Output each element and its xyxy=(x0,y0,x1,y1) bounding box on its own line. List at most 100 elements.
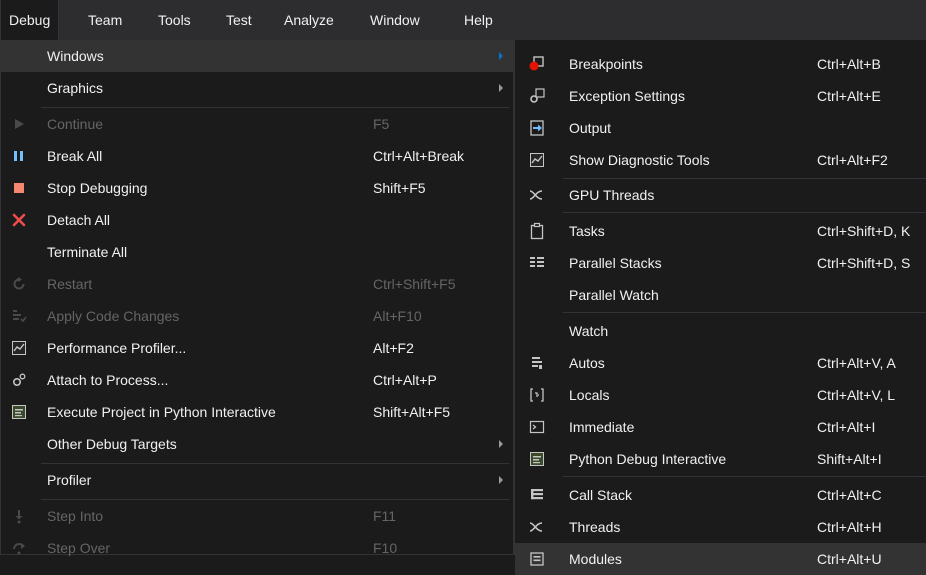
windows-item-watch[interactable]: Watch xyxy=(515,315,926,347)
menu-item-label: Detach All xyxy=(47,212,111,228)
restart-icon xyxy=(1,268,37,300)
menu-item-shortcut: F11 xyxy=(373,508,397,524)
menu-item-shortcut: Ctrl+Alt+I xyxy=(817,419,876,435)
windows-item-python-debug-interactive[interactable]: Python Debug Interactive Shift+Alt+I xyxy=(515,443,926,475)
menu-item-label: Threads xyxy=(569,519,621,535)
windows-item-exception-settings[interactable]: Exception Settings Ctrl+Alt+E xyxy=(515,80,926,112)
menu-help[interactable]: Help xyxy=(456,0,501,40)
menu-tools[interactable]: Tools xyxy=(150,0,199,40)
menu-item-shortcut: Alt+F2 xyxy=(373,340,414,356)
debug-item-execute-python-interactive[interactable]: Execute Project in Python Interactive Sh… xyxy=(1,396,513,428)
debug-item-profiler[interactable]: Profiler xyxy=(1,464,513,496)
modules-icon xyxy=(515,543,559,575)
menu-item-shortcut: Ctrl+Alt+V, L xyxy=(817,387,896,403)
windows-item-gpu-threads[interactable]: GPU Threads xyxy=(515,179,926,211)
menu-item-label: Restart xyxy=(47,276,93,292)
menu-item-label: Tasks xyxy=(569,223,605,239)
parallel-stacks-icon xyxy=(515,247,559,279)
menu-bar: Debug Team Tools Test Analyze Window Hel… xyxy=(0,0,926,40)
windows-item-show-diagnostic-tools[interactable]: Show Diagnostic Tools Ctrl+Alt+F2 xyxy=(515,144,926,176)
windows-item-threads[interactable]: Threads Ctrl+Alt+H xyxy=(515,511,926,543)
windows-item-output[interactable]: Output xyxy=(515,112,926,144)
python-interactive-icon xyxy=(515,443,559,475)
autos-icon xyxy=(515,347,559,379)
menu-item-label: Step Over xyxy=(47,540,111,556)
menu-item-shortcut: F5 xyxy=(373,116,390,132)
performance-chart-icon xyxy=(1,332,37,364)
menu-item-label: Graphics xyxy=(47,80,104,96)
menu-item-label: Breakpoints xyxy=(569,56,643,72)
menu-item-shortcut: Ctrl+Shift+D, K xyxy=(817,223,911,239)
windows-item-call-stack[interactable]: Call Stack Ctrl+Alt+C xyxy=(515,479,926,511)
windows-item-breakpoints[interactable]: Breakpoints Ctrl+Alt+B xyxy=(515,48,926,80)
menu-item-shortcut: Ctrl+Alt+Break xyxy=(373,148,465,164)
debug-item-detach-all[interactable]: Detach All xyxy=(1,204,513,236)
windows-item-immediate[interactable]: Immediate Ctrl+Alt+I xyxy=(515,411,926,443)
menu-item-label: Profiler xyxy=(47,472,92,488)
menu-item-shortcut: Ctrl+Shift+F5 xyxy=(373,276,456,292)
menu-debug[interactable]: Debug xyxy=(0,0,60,40)
pause-icon xyxy=(1,140,37,172)
menu-item-label: Exception Settings xyxy=(569,88,685,104)
apply-changes-icon xyxy=(1,300,37,332)
stop-icon xyxy=(1,172,37,204)
output-icon xyxy=(515,112,559,144)
debug-item-restart[interactable]: Restart Ctrl+Shift+F5 xyxy=(1,268,513,300)
debug-item-windows[interactable]: Windows xyxy=(1,40,513,72)
windows-submenu: Breakpoints Ctrl+Alt+B Exception Setting… xyxy=(514,40,926,575)
menu-item-label: Step Into xyxy=(47,508,104,524)
menu-separator xyxy=(563,312,926,313)
menu-item-shortcut: F10 xyxy=(373,540,398,556)
menu-test[interactable]: Test xyxy=(218,0,260,40)
menu-item-label: Apply Code Changes xyxy=(47,308,180,324)
windows-item-modules[interactable]: Modules Ctrl+Alt+U xyxy=(515,543,926,575)
tasks-clipboard-icon xyxy=(515,215,559,247)
submenu-arrow-icon xyxy=(499,52,503,60)
debug-item-terminate-all[interactable]: Terminate All xyxy=(1,236,513,268)
menu-item-shortcut: Ctrl+Alt+C xyxy=(817,487,882,503)
windows-item-autos[interactable]: Autos Ctrl+Alt+V, A xyxy=(515,347,926,379)
locals-icon xyxy=(515,379,559,411)
threads-icon xyxy=(515,511,559,543)
gpu-threads-icon xyxy=(515,179,559,211)
menu-item-shortcut: Ctrl+Alt+F2 xyxy=(817,152,888,168)
debug-item-continue[interactable]: Continue F5 xyxy=(1,108,513,140)
step-over-icon xyxy=(1,532,37,564)
menu-item-label: Immediate xyxy=(569,419,635,435)
windows-item-locals[interactable]: Locals Ctrl+Alt+V, L xyxy=(515,379,926,411)
windows-item-parallel-stacks[interactable]: Parallel Stacks Ctrl+Shift+D, S xyxy=(515,247,926,279)
menu-item-label: Call Stack xyxy=(569,487,633,503)
debug-item-apply-code-changes[interactable]: Apply Code Changes Alt+F10 xyxy=(1,300,513,332)
close-x-icon xyxy=(1,204,37,236)
debug-item-other-debug-targets[interactable]: Other Debug Targets xyxy=(1,428,513,460)
debug-item-graphics[interactable]: Graphics xyxy=(1,72,513,104)
debug-item-break-all[interactable]: Break All Ctrl+Alt+Break xyxy=(1,140,513,172)
menu-item-label: Stop Debugging xyxy=(47,180,148,196)
windows-item-tasks[interactable]: Tasks Ctrl+Shift+D, K xyxy=(515,215,926,247)
menu-item-shortcut: Shift+Alt+I xyxy=(817,451,882,467)
debug-item-step-over[interactable]: Step Over F10 xyxy=(1,532,513,564)
menu-item-label: Other Debug Targets xyxy=(47,436,177,452)
debug-item-attach-to-process[interactable]: Attach to Process... Ctrl+Alt+P xyxy=(1,364,513,396)
menu-item-label: Modules xyxy=(569,551,622,567)
menu-team[interactable]: Team xyxy=(80,0,130,40)
menu-item-label: Parallel Stacks xyxy=(569,255,662,271)
menu-item-label: Break All xyxy=(47,148,103,164)
menu-window[interactable]: Window xyxy=(362,0,428,40)
menu-separator xyxy=(563,476,926,477)
step-into-icon xyxy=(1,500,37,532)
exception-settings-icon xyxy=(515,80,559,112)
debug-item-stop-debugging[interactable]: Stop Debugging Shift+F5 xyxy=(1,172,513,204)
menu-item-shortcut: Ctrl+Alt+U xyxy=(817,551,882,567)
menu-item-label: Continue xyxy=(47,116,104,132)
menu-item-label: Autos xyxy=(569,355,605,371)
immediate-icon xyxy=(515,411,559,443)
windows-item-parallel-watch[interactable]: Parallel Watch xyxy=(515,279,926,311)
debug-item-performance-profiler[interactable]: Performance Profiler... Alt+F2 xyxy=(1,332,513,364)
menu-item-shortcut: Ctrl+Alt+E xyxy=(817,88,881,104)
debug-item-step-into[interactable]: Step Into F11 xyxy=(1,500,513,532)
menu-analyze[interactable]: Analyze xyxy=(276,0,342,40)
breakpoints-icon xyxy=(515,48,559,80)
gear-attach-icon xyxy=(1,364,37,396)
menu-item-label: Windows xyxy=(47,48,104,64)
